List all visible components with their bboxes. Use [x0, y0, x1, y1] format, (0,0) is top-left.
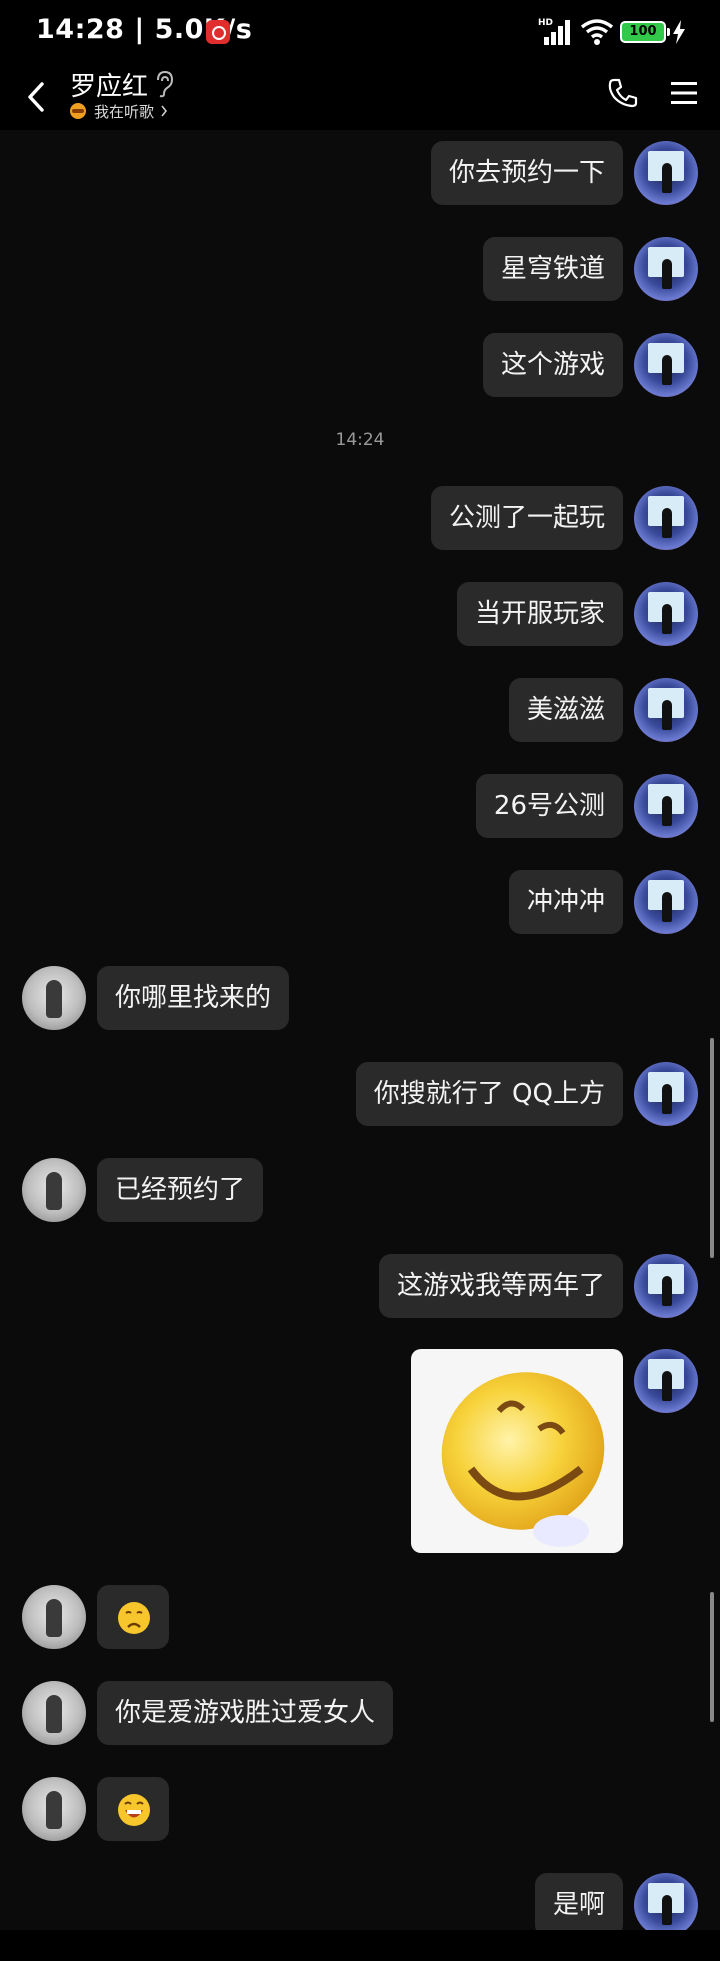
frown-emoji-bubble[interactable] [97, 1585, 169, 1649]
menu-icon[interactable] [670, 80, 698, 106]
message-bubble[interactable]: 冲冲冲 [508, 870, 623, 934]
status-bar: 14:28 | 5.0K/s HD 100 [0, 0, 720, 66]
message-bubble[interactable]: 26号公测 [475, 774, 623, 838]
charging-bolt-icon [673, 20, 685, 44]
scrollbar-thumb-secondary[interactable] [710, 1592, 714, 1722]
music-emoji-icon [70, 103, 86, 119]
message-bubble[interactable]: 已经预约了 [97, 1158, 264, 1222]
contact-avatar[interactable] [22, 1777, 86, 1841]
message-bubble[interactable]: 你哪里找来的 [97, 966, 290, 1030]
message-bubble[interactable]: 公测了一起玩 [430, 486, 623, 550]
message-bubble[interactable]: 是啊 [534, 1873, 623, 1937]
battery-icon: 100 [620, 21, 670, 43]
laughing-face-sticker[interactable] [411, 1349, 623, 1553]
bottom-bar [0, 1930, 720, 1961]
frown-emoji-icon [118, 1602, 150, 1634]
my-avatar[interactable] [634, 333, 698, 397]
netease-music-icon [206, 20, 230, 44]
my-avatar[interactable] [634, 870, 698, 934]
my-avatar[interactable] [634, 1062, 698, 1126]
my-avatar[interactable] [634, 774, 698, 838]
contact-name[interactable]: 罗应红 [70, 66, 148, 103]
contact-avatar[interactable] [22, 966, 86, 1030]
message-bubble[interactable]: 这个游戏 [482, 333, 623, 397]
chat-messages[interactable]: 你去预约一下 星穹铁道 这个游戏 14:24 公测了一起玩 当开服玩家 美滋滋 … [0, 130, 720, 1937]
my-avatar[interactable] [634, 486, 698, 550]
chevron-right-icon [161, 105, 168, 117]
laughing-face-sticker-image [441, 1372, 605, 1547]
message-bubble[interactable]: 这游戏我等两年了 [378, 1254, 623, 1318]
message-bubble[interactable]: 当开服玩家 [456, 582, 623, 646]
contact-avatar[interactable] [22, 1681, 86, 1745]
grin-emoji-bubble[interactable] [97, 1777, 169, 1841]
music-status[interactable]: 我在听歌 [70, 100, 168, 122]
contact-avatar[interactable] [22, 1158, 86, 1222]
my-avatar[interactable] [634, 141, 698, 205]
message-bubble[interactable]: 你是爱游戏胜过爱女人 [97, 1681, 394, 1745]
message-bubble[interactable]: 美滋滋 [508, 678, 623, 742]
wifi-icon [580, 19, 614, 45]
my-avatar[interactable] [634, 1349, 698, 1413]
message-bubble[interactable]: 你去预约一下 [430, 141, 623, 205]
back-arrow-icon[interactable] [20, 78, 52, 116]
grin-emoji-icon [118, 1794, 150, 1826]
music-status-label: 我在听歌 [94, 102, 155, 121]
my-avatar[interactable] [634, 237, 698, 301]
my-avatar[interactable] [634, 582, 698, 646]
contact-avatar[interactable] [22, 1585, 86, 1649]
my-avatar[interactable] [634, 1873, 698, 1937]
message-bubble[interactable]: 星穹铁道 [482, 237, 623, 301]
my-avatar[interactable] [634, 678, 698, 742]
message-bubble[interactable]: 你搜就行了 QQ上方 [355, 1062, 623, 1126]
cellular-signal-icon [544, 20, 570, 45]
scrollbar-thumb[interactable] [710, 1038, 714, 1258]
ear-icon [157, 70, 174, 98]
my-avatar[interactable] [634, 1254, 698, 1318]
phone-call-icon[interactable] [606, 76, 640, 110]
chat-header: 罗应红 我在听歌 [0, 66, 720, 130]
message-timestamp: 14:24 [335, 430, 385, 450]
